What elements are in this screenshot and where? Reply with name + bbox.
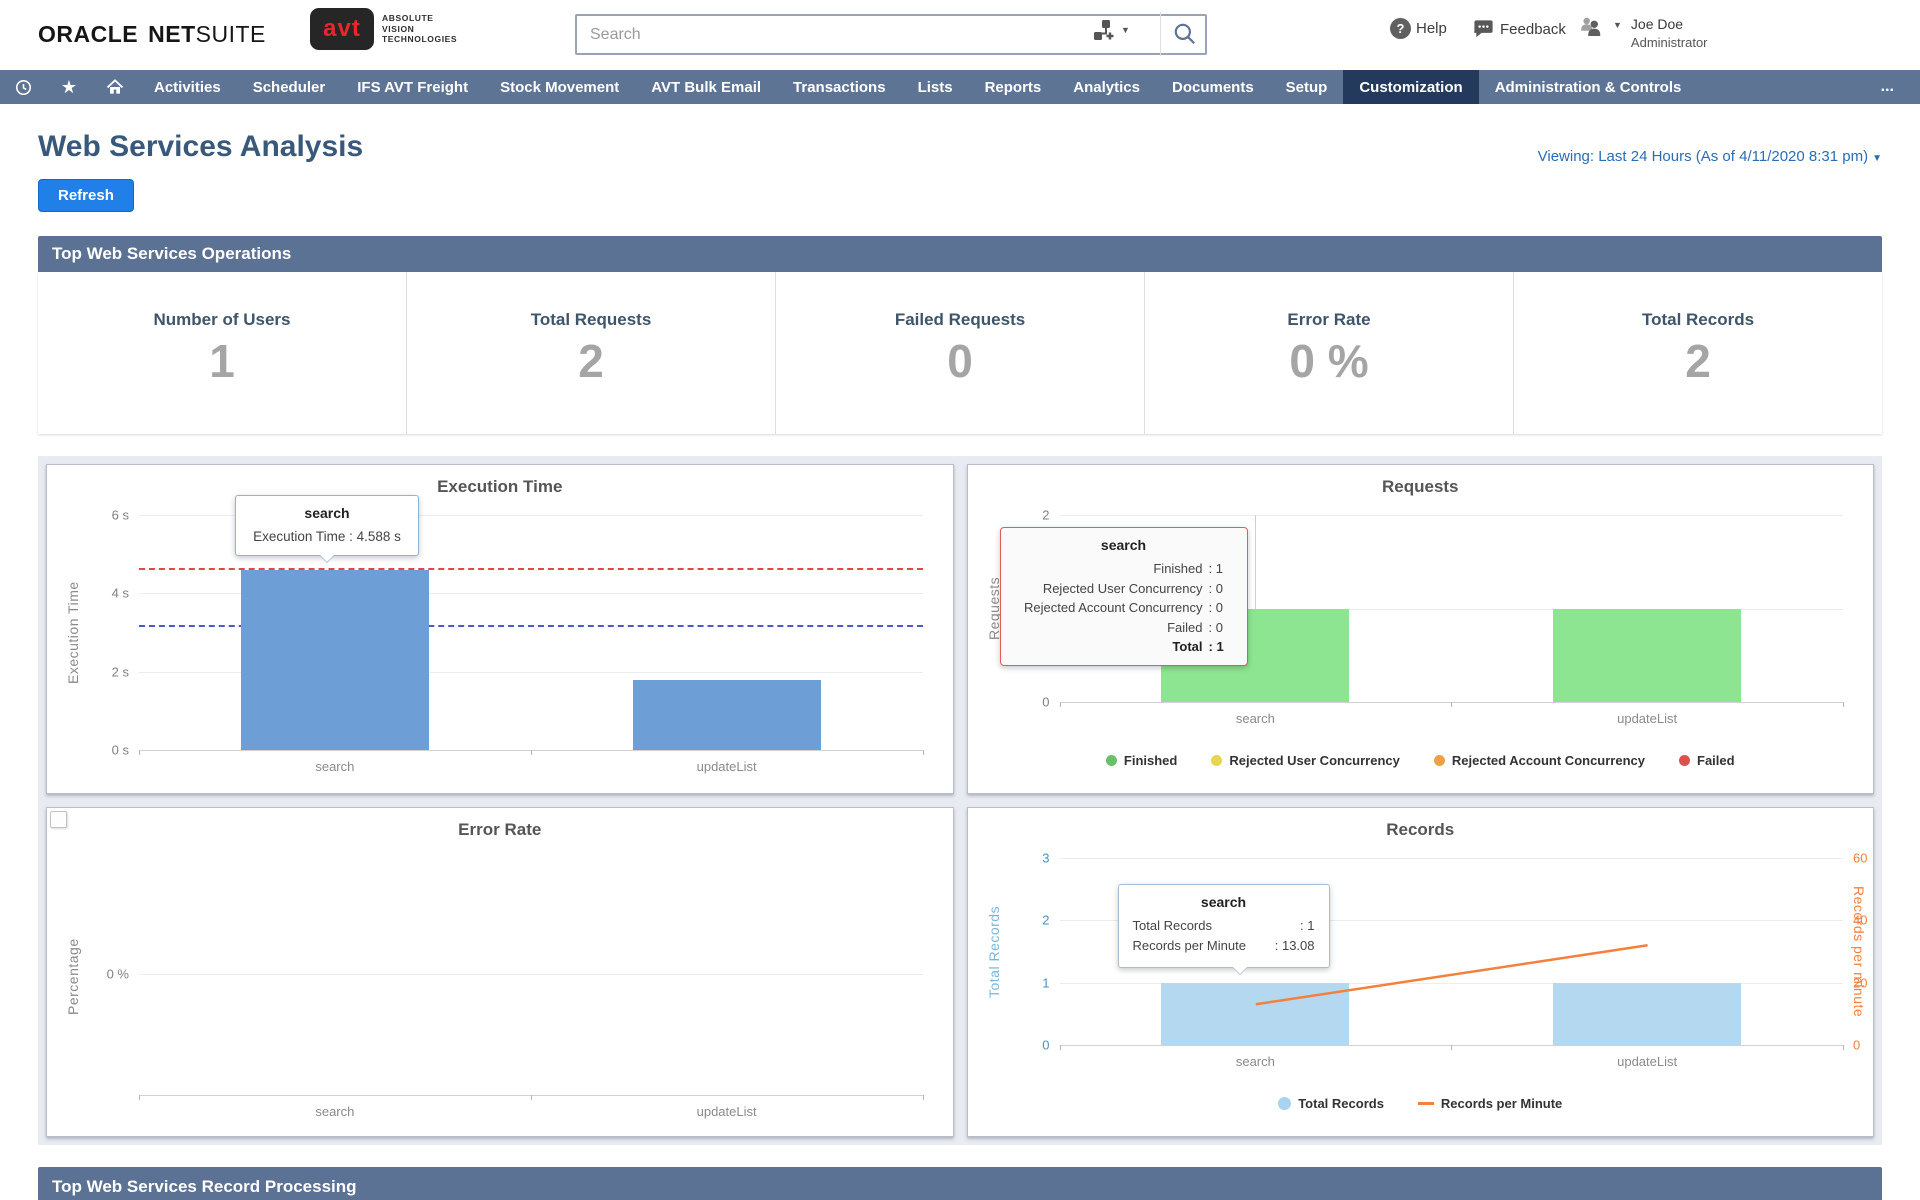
stats-row: Number of Users 1 Total Requests 2 Faile…	[38, 272, 1882, 434]
legend-rejected-user-concurrency[interactable]: Rejected User Concurrency	[1211, 753, 1400, 768]
nav-item-reports[interactable]: Reports	[969, 70, 1058, 104]
chart-title: Execution Time	[47, 477, 953, 497]
main-nav: ★ Activities Scheduler IFS AVT Freight S…	[0, 70, 1920, 104]
viewing-label: Viewing: Last 24 Hours (As of 4/11/2020 …	[1538, 148, 1868, 165]
execution-time-tooltip: search Execution Time : 4.588 s	[235, 495, 419, 556]
user-role-menu[interactable]: ▼ Joe Doe Administrator	[1578, 14, 1708, 53]
section-header-record-processing: Top Web Services Record Processing	[38, 1167, 1882, 1200]
feedback-button[interactable]: Feedback	[1472, 18, 1566, 41]
section-header-operations: Top Web Services Operations	[38, 236, 1882, 272]
nav-item-administration-controls[interactable]: Administration & Controls	[1479, 70, 1698, 104]
feedback-label: Feedback	[1500, 21, 1566, 38]
nav-item-setup[interactable]: Setup	[1270, 70, 1344, 104]
nav-item-scheduler[interactable]: Scheduler	[237, 70, 342, 104]
netsuite-wordmark-suite: SUITE	[196, 21, 266, 47]
stat-error-rate: Error Rate 0 %	[1144, 272, 1513, 434]
legend-total-records[interactable]: Total Records	[1278, 1096, 1384, 1111]
user-name: Joe Doe	[1631, 14, 1708, 34]
x-label-search: search	[1161, 711, 1349, 726]
netsuite-app: ORACLE NETSUITE avt ABSOLUTE VISION TECHN…	[0, 0, 1920, 1200]
stat-value: 0 %	[1145, 334, 1513, 388]
y-axis-label: Execution Time	[63, 515, 83, 750]
help-button[interactable]: ? Help	[1390, 18, 1447, 39]
nav-item-transactions[interactable]: Transactions	[777, 70, 902, 104]
error-rate-chart: Error Rate Percentage 0 % search updateL…	[46, 807, 954, 1137]
user-info: Joe Doe Administrator	[1631, 14, 1708, 53]
avt-company-name: ABSOLUTE VISION TECHNOLOGIES	[382, 13, 457, 45]
x-label-updatelist: updateList	[1553, 1054, 1741, 1069]
help-label: Help	[1416, 20, 1447, 37]
page-content: Viewing: Last 24 Hours (As of 4/11/2020 …	[0, 130, 1920, 1200]
x-label-updatelist: updateList	[633, 1104, 821, 1119]
execution-time-chart: Execution Time Execution Time 6 s 4 s 2 …	[46, 464, 954, 794]
help-icon: ?	[1390, 18, 1411, 39]
y-axis-label-left: Total Records	[984, 858, 1004, 1045]
nav-item-documents[interactable]: Documents	[1156, 70, 1270, 104]
oracle-wordmark: ORACLE	[38, 21, 138, 47]
home-icon[interactable]	[92, 70, 138, 104]
x-label-search: search	[1161, 1054, 1349, 1069]
shortcuts-star-icon[interactable]: ★	[46, 70, 92, 104]
nav-overflow-ellipsis[interactable]: ...	[1855, 70, 1920, 104]
netsuite-wordmark-net: NET	[148, 21, 196, 47]
user-role: Administrator	[1631, 34, 1708, 53]
records-chart: Records Total Records Records per minute…	[967, 807, 1875, 1137]
caret-down-icon: ▼	[1121, 25, 1130, 35]
x-label-search: search	[241, 1104, 429, 1119]
chart-title: Error Rate	[47, 820, 953, 840]
roles-icon	[1578, 14, 1604, 40]
oracle-netsuite-logo: ORACLE NETSUITE	[38, 21, 266, 48]
bar-search[interactable]	[241, 570, 429, 750]
requests-chart: Requests Requests 2 1 0 search updateLis…	[967, 464, 1875, 794]
stat-total-records: Total Records 2	[1513, 272, 1882, 434]
feedback-icon	[1472, 18, 1495, 41]
stat-failed-requests: Failed Requests 0	[775, 272, 1144, 434]
requests-legend: Finished Rejected User Concurrency Rejec…	[968, 753, 1874, 768]
bar-updatelist[interactable]	[1553, 609, 1741, 703]
stat-value: 2	[1514, 334, 1882, 388]
stat-value: 0	[776, 334, 1144, 388]
recent-records-icon[interactable]	[0, 70, 46, 104]
create-new-icon[interactable]: ▼	[1092, 18, 1130, 42]
search-icon[interactable]	[1171, 21, 1199, 49]
stat-value: 2	[407, 334, 775, 388]
requests-tooltip: search Finished: 1 Rejected User Concurr…	[1000, 527, 1248, 666]
nav-item-analytics[interactable]: Analytics	[1057, 70, 1156, 104]
stat-value: 1	[38, 334, 406, 388]
avt-company-logo: avt ABSOLUTE VISION TECHNOLOGIES	[310, 8, 457, 50]
nav-item-lists[interactable]: Lists	[902, 70, 969, 104]
nav-item-stock-movement[interactable]: Stock Movement	[484, 70, 635, 104]
records-legend: Total Records Records per Minute	[968, 1096, 1874, 1111]
legend-finished[interactable]: Finished	[1106, 753, 1177, 768]
chart-title: Requests	[968, 477, 1874, 497]
legend-records-per-minute[interactable]: Records per Minute	[1418, 1096, 1562, 1111]
stat-number-of-users: Number of Users 1	[38, 272, 406, 434]
caret-down-icon: ▼	[1613, 20, 1622, 53]
legend-rejected-account-concurrency[interactable]: Rejected Account Concurrency	[1434, 753, 1645, 768]
viewing-range-selector[interactable]: Viewing: Last 24 Hours (As of 4/11/2020 …	[1538, 148, 1882, 165]
x-label-updatelist: updateList	[1553, 711, 1741, 726]
plot-area: 0 % search updateList	[139, 858, 923, 1095]
refresh-button[interactable]: Refresh	[38, 179, 134, 212]
header-divider	[1160, 12, 1161, 56]
y-axis-label: Percentage	[63, 858, 83, 1095]
legend-failed[interactable]: Failed	[1679, 753, 1735, 768]
y-axis-label-right: Records per minute	[1849, 858, 1869, 1045]
top-header: ORACLE NETSUITE avt ABSOLUTE VISION TECHN…	[0, 0, 1920, 70]
nav-item-ifs-avt-freight[interactable]: IFS AVT Freight	[341, 70, 484, 104]
chart-title: Records	[968, 820, 1874, 840]
nav-item-avt-bulk-email[interactable]: AVT Bulk Email	[635, 70, 777, 104]
charts-grid: Execution Time Execution Time 6 s 4 s 2 …	[38, 456, 1882, 1145]
stat-total-requests: Total Requests 2	[406, 272, 775, 434]
x-label-search: search	[241, 759, 429, 774]
caret-down-icon: ▼	[1872, 153, 1882, 164]
nav-item-activities[interactable]: Activities	[138, 70, 237, 104]
records-tooltip: search Total Records: 1 Records per Minu…	[1118, 884, 1330, 968]
avt-logo-badge: avt	[310, 8, 374, 50]
bar-updatelist[interactable]	[633, 680, 821, 751]
nav-item-customization[interactable]: Customization	[1343, 70, 1478, 104]
x-label-updatelist: updateList	[633, 759, 821, 774]
